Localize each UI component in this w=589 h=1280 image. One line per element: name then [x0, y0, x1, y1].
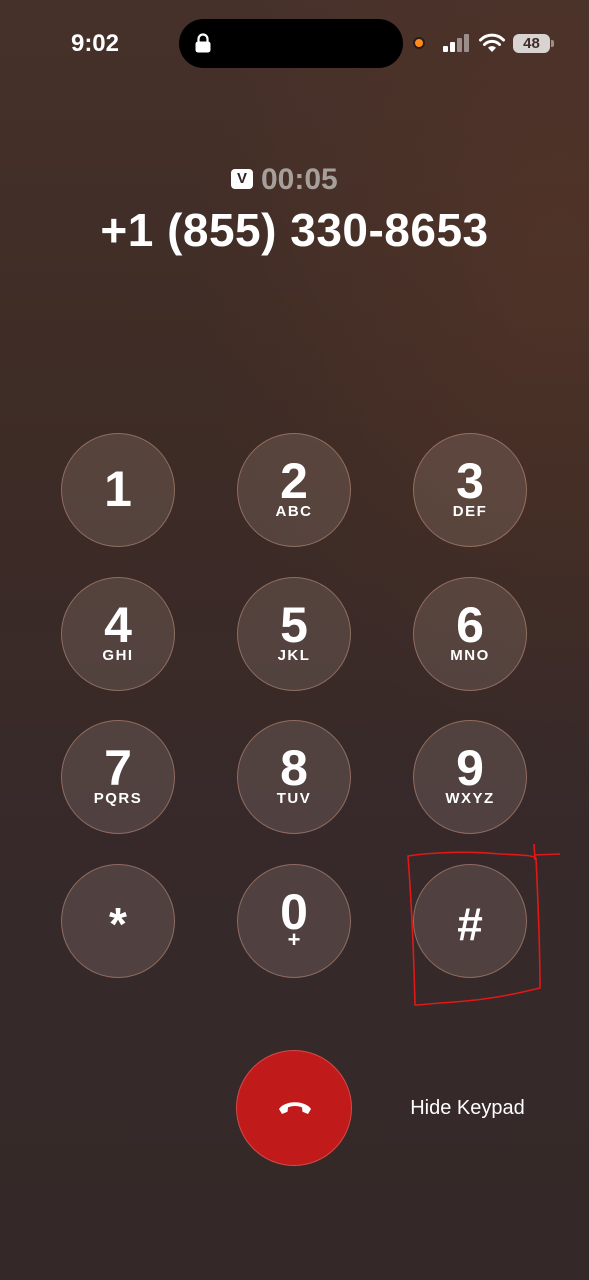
phone-number: +1 (855) 330-8653: [100, 204, 489, 256]
cellular-signal-icon: [443, 34, 469, 52]
key-letters: ABC: [275, 503, 313, 520]
wifi-icon: [479, 33, 505, 52]
keypad-key-5[interactable]: 5 JKL: [237, 577, 351, 691]
key-digit: *: [109, 898, 127, 950]
key-digit: 5: [280, 597, 308, 653]
key-digit: 1: [104, 461, 132, 517]
call-duration: 00:05: [261, 163, 338, 196]
key-digit: 7: [104, 740, 132, 796]
keypad-key-star[interactable]: *: [61, 864, 175, 978]
keypad-key-2[interactable]: 2 ABC: [237, 433, 351, 547]
keypad-key-4[interactable]: 4 GHI: [61, 577, 175, 691]
annotation-highlight: [407, 843, 561, 1006]
key-digit: 8: [280, 740, 308, 796]
battery-indicator: 48: [513, 34, 550, 53]
status-time: 9:02: [70, 30, 120, 57]
keypad-key-0[interactable]: 0 +: [237, 864, 351, 978]
keypad-key-8[interactable]: 8 TUV: [237, 720, 351, 834]
key-letters: PQRS: [93, 790, 143, 807]
lock-icon: [195, 33, 211, 53]
key-digit: 9: [456, 740, 484, 796]
key-letters: TUV: [276, 790, 312, 807]
key-digit: 3: [456, 453, 484, 509]
key-digit: 6: [456, 597, 484, 653]
dynamic-island: [179, 19, 403, 68]
carrier-badge: V: [231, 169, 253, 189]
key-letters: JKL: [277, 647, 311, 664]
key-digit: 2: [280, 453, 308, 509]
end-call-button[interactable]: [236, 1050, 352, 1166]
battery-tip: [551, 40, 554, 47]
phone-hangup-icon: [279, 1102, 311, 1114]
keypad-key-9[interactable]: 9 WXYZ: [413, 720, 527, 834]
key-letters: WXYZ: [445, 790, 495, 807]
keypad-key-3[interactable]: 3 DEF: [413, 433, 527, 547]
key-letters: DEF: [452, 503, 488, 520]
key-letters: +: [287, 927, 301, 952]
keypad-key-6[interactable]: 6 MNO: [413, 577, 527, 691]
key-digit: 4: [104, 597, 132, 653]
keypad-key-7[interactable]: 7 PQRS: [61, 720, 175, 834]
key-letters: MNO: [450, 647, 490, 664]
keypad-key-1[interactable]: 1: [61, 433, 175, 547]
hide-keypad-button[interactable]: Hide Keypad: [390, 1092, 545, 1124]
key-letters: GHI: [102, 647, 134, 664]
recording-indicator-icon: [413, 37, 425, 49]
